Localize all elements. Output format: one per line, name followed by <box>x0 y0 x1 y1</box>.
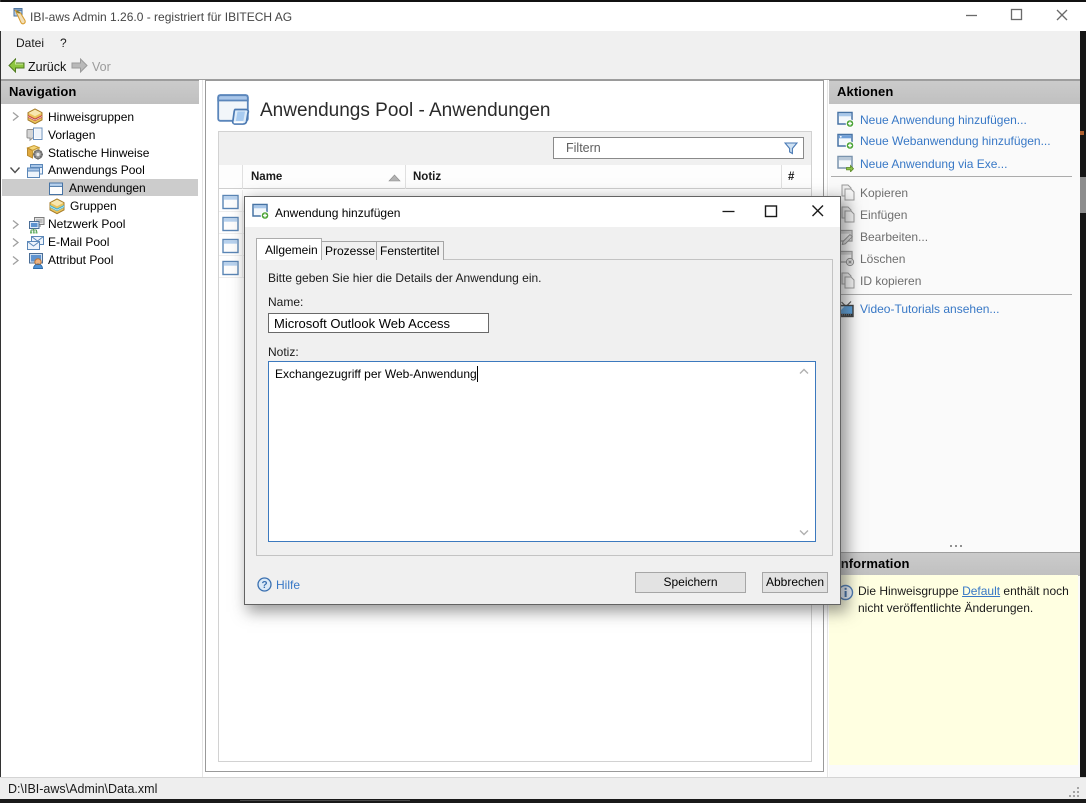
svg-text:?: ? <box>261 580 267 591</box>
